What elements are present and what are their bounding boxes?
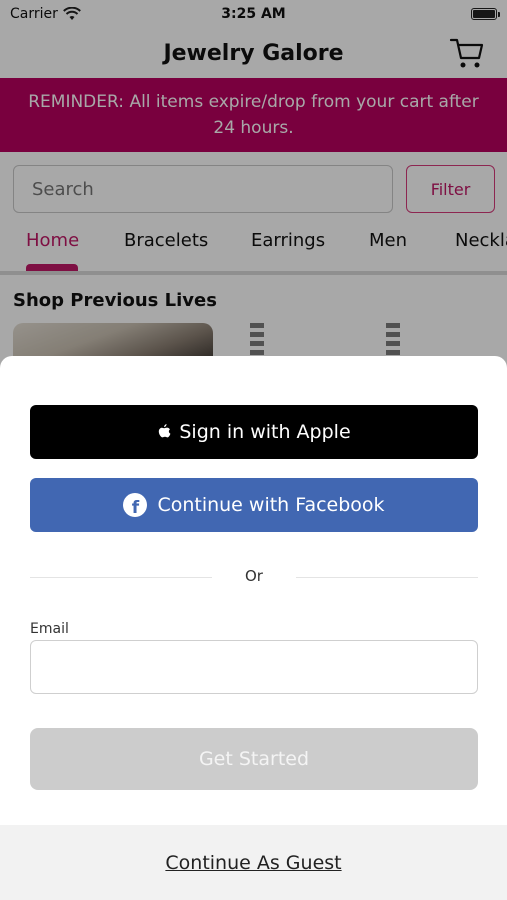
continue-as-guest-link[interactable]: Continue As Guest [165,852,341,874]
or-label: Or [245,567,263,585]
get-started-button[interactable]: Get Started [30,728,478,790]
or-divider: Or [30,566,478,588]
sign-in-apple-button[interactable]: Sign in with Apple [30,405,478,459]
sign-in-apple-label: Sign in with Apple [179,421,351,443]
guest-footer: Continue As Guest [0,825,507,900]
continue-facebook-label: Continue with Facebook [157,494,385,516]
continue-facebook-button[interactable]: f Continue with Facebook [30,478,478,532]
login-sheet: Sign in with Apple f Continue with Faceb… [0,356,507,900]
email-field[interactable] [30,640,478,694]
facebook-icon: f [123,493,148,517]
email-label: Email [30,621,69,637]
apple-icon [159,423,171,437]
